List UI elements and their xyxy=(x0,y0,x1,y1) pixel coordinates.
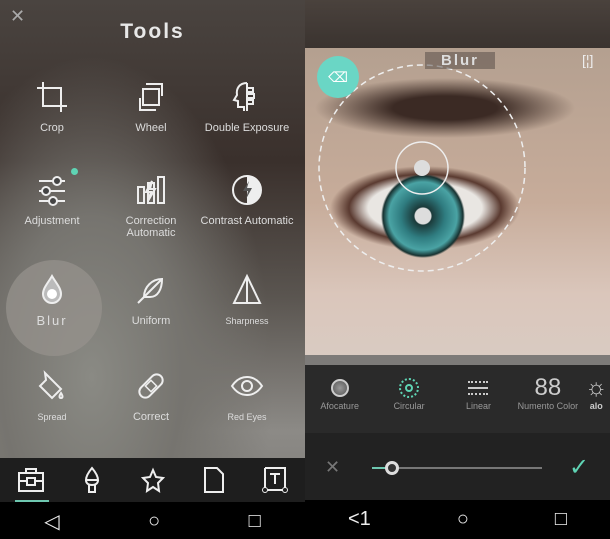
blur-editor-panel: ⌫ Blur [¦] Afocature Circular Linear 88 N… xyxy=(305,0,610,539)
system-nav-bar-right: <1 ○ □ xyxy=(305,500,610,539)
tool-uniform[interactable]: Uniform xyxy=(101,273,201,327)
rotate-icon xyxy=(139,83,163,111)
mode-circular[interactable]: Circular xyxy=(378,375,440,433)
circular-blur-overlay[interactable] xyxy=(305,48,610,356)
sun-icon: ☼ xyxy=(586,375,607,401)
crop-icon xyxy=(37,82,67,112)
slider-bar: ✕ ✓ xyxy=(305,433,610,500)
drop-icon xyxy=(41,273,63,304)
circular-icon xyxy=(399,378,420,398)
tool-crop[interactable]: Crop xyxy=(2,80,102,134)
tools-panel: ✕ Tools Crop Wheel Double Exposure Adjus… xyxy=(0,0,305,539)
system-nav-bar: ◁ ○ □ xyxy=(0,502,305,539)
tool-correction-automatic[interactable]: Correction Automatic xyxy=(101,173,201,239)
recents-icon[interactable]: □ xyxy=(249,510,261,533)
back-button[interactable]: <1 xyxy=(348,508,371,531)
back-icon[interactable]: ◁ xyxy=(44,509,59,534)
cancel-icon[interactable]: ✕ xyxy=(325,457,340,478)
tab-text[interactable] xyxy=(255,460,295,500)
circle-icon xyxy=(330,379,349,397)
tab-frames[interactable] xyxy=(194,460,234,500)
paint-bucket-icon xyxy=(38,370,64,400)
compare-icon[interactable]: [¦] xyxy=(582,52,593,68)
center-handle[interactable] xyxy=(414,160,430,176)
mode-linear[interactable]: Linear xyxy=(447,375,509,433)
mode-partial[interactable]: ☼ alo xyxy=(586,375,606,433)
tool-double-exposure[interactable]: Double Exposure xyxy=(197,80,297,134)
pages-icon xyxy=(203,467,224,493)
brush-icon xyxy=(84,466,99,493)
tool-adjustment[interactable]: Adjustment xyxy=(2,173,102,227)
sliders-icon xyxy=(39,176,65,206)
tool-sharpness[interactable]: Sharpness xyxy=(197,273,297,327)
intensity-slider-knob[interactable] xyxy=(385,461,400,475)
eraser-icon: ⌫ xyxy=(328,68,348,85)
tab-effects[interactable] xyxy=(133,460,173,500)
auto-correction-icon xyxy=(137,176,165,204)
blur-mode-bar: Afocature Circular Linear 88 Numento Colo… xyxy=(305,365,610,433)
linear-icon xyxy=(468,381,489,395)
home-icon[interactable]: ○ xyxy=(148,510,160,533)
page-title: Tools xyxy=(120,20,185,43)
recents-icon[interactable]: □ xyxy=(555,508,567,531)
divider xyxy=(305,355,610,365)
photo-canvas[interactable]: ⌫ Blur [¦] xyxy=(305,48,610,356)
mode-numento-color[interactable]: 88 Numento Color xyxy=(517,374,579,433)
tab-brush[interactable] xyxy=(72,460,112,500)
bandage-icon xyxy=(138,373,164,399)
tool-correct[interactable]: Correct xyxy=(101,369,201,423)
home-icon[interactable]: ○ xyxy=(457,508,469,531)
triangle-icon xyxy=(232,273,262,304)
contrast-icon xyxy=(232,175,262,205)
toolbox-icon xyxy=(17,468,44,492)
tool-blur[interactable]: Blur xyxy=(2,273,102,327)
tab-tools[interactable] xyxy=(11,460,51,502)
bottom-tab-bar xyxy=(0,458,305,502)
tool-wheel[interactable]: Wheel xyxy=(101,80,201,134)
double-exposure-icon xyxy=(232,82,255,111)
sparkle-star-icon xyxy=(140,467,165,494)
apply-check-icon[interactable]: ✓ xyxy=(569,453,589,482)
tool-contrast-automatic[interactable]: Contrast Automatic xyxy=(197,173,297,227)
mode-label: Blur xyxy=(425,52,495,69)
feather-icon xyxy=(137,277,164,304)
mode-afocature[interactable]: Afocature xyxy=(309,375,371,433)
tool-spread[interactable]: Spread xyxy=(2,369,102,423)
eye-icon xyxy=(230,376,264,396)
text-frame-icon xyxy=(261,467,288,493)
numento-icon: 88 xyxy=(534,374,562,401)
top-bar xyxy=(305,0,610,48)
eraser-button[interactable]: ⌫ xyxy=(317,56,359,98)
tool-red-eyes[interactable]: Red Eyes xyxy=(197,369,297,423)
